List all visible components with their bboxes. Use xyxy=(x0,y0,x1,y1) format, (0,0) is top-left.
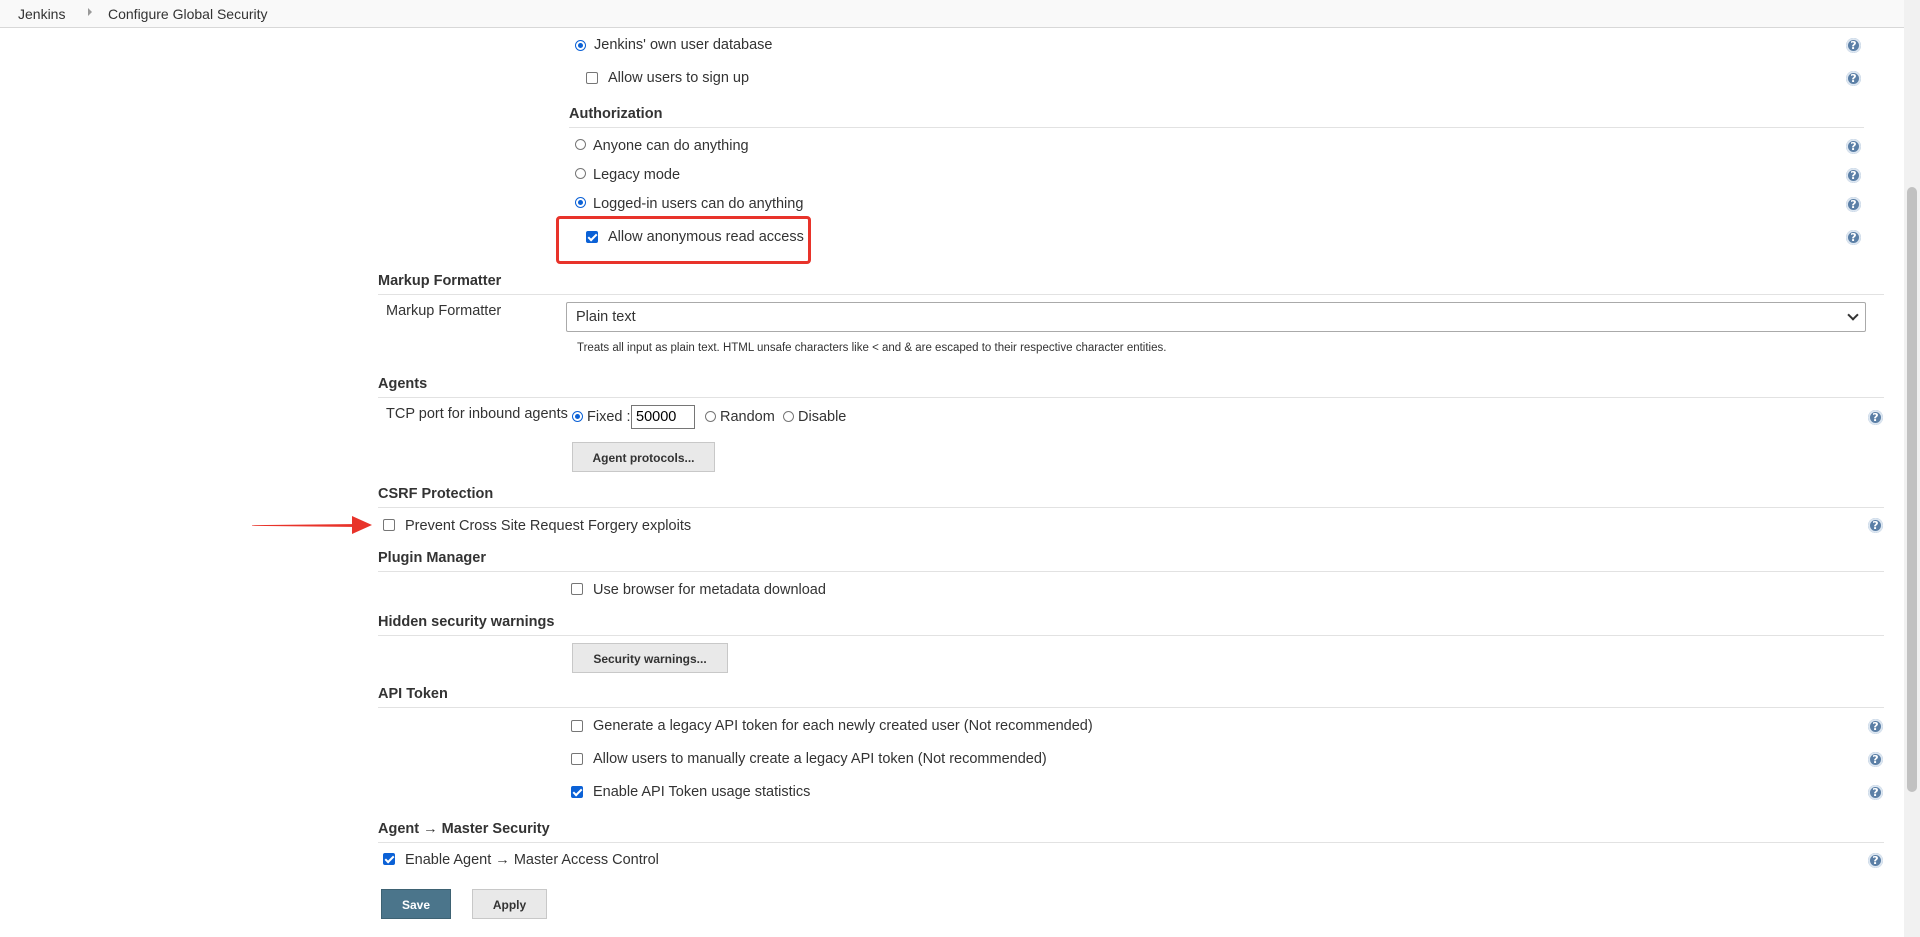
csrf-prevent-label: Prevent Cross Site Request Forgery explo… xyxy=(405,518,692,534)
save-button[interactable]: Save xyxy=(381,889,451,919)
help-icon[interactable] xyxy=(1868,719,1883,734)
auth-legacy-label: Legacy mode xyxy=(593,167,681,183)
anonymous-read-label: Allow anonymous read access xyxy=(608,229,804,245)
allow-signup-label: Allow users to sign up xyxy=(608,70,750,86)
help-icon[interactable] xyxy=(1846,197,1861,212)
breadcrumb-configure-global-security[interactable]: Configure Global Security xyxy=(108,6,268,22)
token-usage-stats-label: Enable API Token usage statistics xyxy=(593,784,811,800)
chevron-down-icon xyxy=(1847,309,1859,321)
help-icon[interactable] xyxy=(1868,785,1883,800)
authorization-title: Authorization xyxy=(569,106,663,122)
help-icon[interactable] xyxy=(1868,752,1883,767)
markup-formatter-selected: Plain text xyxy=(576,309,636,325)
legacy-token-each-user-label: Generate a legacy API token for each new… xyxy=(593,718,1093,734)
browser-metadata-label: Use browser for metadata download xyxy=(593,582,826,598)
divider xyxy=(378,635,1884,636)
help-icon[interactable] xyxy=(1846,230,1861,245)
plugin-manager-title: Plugin Manager xyxy=(378,550,486,566)
agent-protocols-button[interactable]: Agent protocols... xyxy=(572,442,715,472)
tcp-random-radio[interactable] xyxy=(705,411,716,422)
markup-formatter-description: Treats all input as plain text. HTML uns… xyxy=(577,342,1167,354)
tcp-disable-radio[interactable] xyxy=(783,411,794,422)
help-icon[interactable] xyxy=(1868,518,1883,533)
agent-master-access-label: Enable Agent → Master Access Control xyxy=(405,852,659,868)
tcp-port-input[interactable] xyxy=(631,405,695,429)
divider xyxy=(378,571,1884,572)
divider xyxy=(378,294,1884,295)
anonymous-read-checkbox[interactable] xyxy=(586,231,598,243)
legacy-token-each-user-checkbox[interactable] xyxy=(571,720,583,732)
auth-anyone-radio[interactable] xyxy=(575,139,586,150)
api-token-title: API Token xyxy=(378,686,448,702)
token-usage-stats-checkbox[interactable] xyxy=(571,786,583,798)
hidden-warnings-title: Hidden security warnings xyxy=(378,614,555,630)
auth-logged-in-label: Logged-in users can do anything xyxy=(593,196,804,212)
auth-anyone-label: Anyone can do anything xyxy=(593,138,749,154)
tcp-random-label: Random xyxy=(720,409,775,425)
breadcrumb: Jenkins Configure Global Security xyxy=(0,0,1904,28)
jenkins-db-label: Jenkins' own user database xyxy=(594,37,773,53)
tcp-fixed-label: Fixed : xyxy=(587,409,631,425)
scrollbar-thumb[interactable] xyxy=(1907,187,1917,792)
annotation-arrow-icon xyxy=(352,516,372,534)
divider xyxy=(378,507,1884,508)
help-icon[interactable] xyxy=(1846,71,1861,86)
divider xyxy=(378,397,1884,398)
divider xyxy=(378,707,1884,708)
divider xyxy=(569,127,1864,128)
markup-formatter-select[interactable]: Plain text xyxy=(566,302,1866,332)
markup-formatter-title: Markup Formatter xyxy=(378,273,502,289)
annotation-arrow-shaft xyxy=(252,524,360,527)
jenkins-db-radio[interactable] xyxy=(575,40,586,51)
agent-master-title: Agent → Master Security xyxy=(378,821,550,837)
divider xyxy=(378,842,1884,843)
help-icon[interactable] xyxy=(1868,410,1883,425)
csrf-prevent-checkbox[interactable] xyxy=(383,519,395,531)
tcp-fixed-radio[interactable] xyxy=(572,411,583,422)
security-warnings-button[interactable]: Security warnings... xyxy=(572,643,728,673)
help-icon[interactable] xyxy=(1868,853,1883,868)
apply-button[interactable]: Apply xyxy=(472,889,547,919)
help-icon[interactable] xyxy=(1846,139,1861,154)
agents-title: Agents xyxy=(378,376,428,392)
help-icon[interactable] xyxy=(1846,168,1861,183)
allow-signup-checkbox[interactable] xyxy=(586,72,598,84)
auth-legacy-radio[interactable] xyxy=(575,168,586,179)
breadcrumb-jenkins[interactable]: Jenkins xyxy=(18,6,65,22)
breadcrumb-separator-icon xyxy=(88,8,92,16)
browser-metadata-checkbox[interactable] xyxy=(571,583,583,595)
tcp-port-label: TCP port for inbound agents xyxy=(386,406,568,422)
manual-legacy-token-checkbox[interactable] xyxy=(571,753,583,765)
tcp-disable-label: Disable xyxy=(798,409,847,425)
manual-legacy-token-label: Allow users to manually create a legacy … xyxy=(593,751,1047,767)
auth-logged-in-radio[interactable] xyxy=(575,197,586,208)
markup-formatter-field-label: Markup Formatter xyxy=(386,303,502,319)
help-icon[interactable] xyxy=(1846,38,1861,53)
csrf-title: CSRF Protection xyxy=(378,486,494,502)
agent-master-access-checkbox[interactable] xyxy=(383,853,395,865)
